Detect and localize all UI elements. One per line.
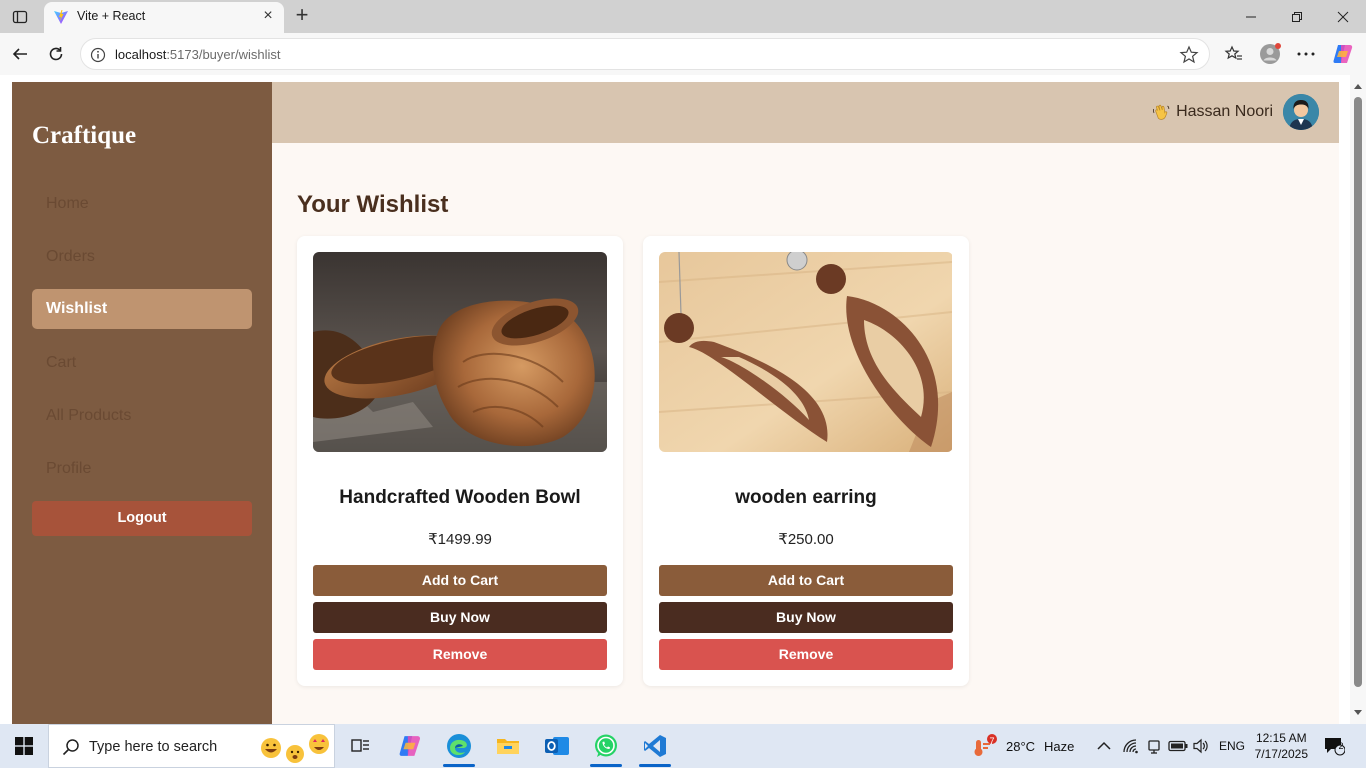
sidebar-item-all-products[interactable]: All Products [32,396,252,436]
battery-icon[interactable] [1168,724,1188,768]
product-name: wooden earring [735,487,877,508]
app-root: Craftique Home Orders Wishlist Cart All … [12,82,1339,724]
top-header: Hassan Noori [272,82,1339,143]
browser-tab-bar: Vite + React × + [0,0,1366,33]
product-name: Handcrafted Wooden Bowl [339,487,581,508]
product-price: ₹250.00 [778,531,834,548]
weather-temp: 28°C [1006,738,1036,754]
favorites-icon[interactable] [1222,42,1246,66]
back-icon[interactable] [8,42,32,66]
sidebar-item-wishlist[interactable]: Wishlist [32,289,252,329]
weather-badge: 7 [989,736,995,746]
remove-button[interactable]: Remove [313,639,607,670]
sidebar-item-cart[interactable]: Cart [32,343,252,383]
copilot-app-icon[interactable] [386,724,434,768]
language-indicator[interactable]: ENG [1219,724,1245,768]
search-icon [62,739,79,756]
scroll-thumb[interactable] [1354,97,1362,687]
notifications-icon[interactable]: 2 [1323,724,1345,768]
avatar[interactable] [1283,94,1319,130]
wifi-icon[interactable] [1122,724,1140,768]
vscode-icon[interactable] [631,724,679,768]
more-options-icon[interactable] [1294,42,1318,66]
favorite-star-icon[interactable] [1179,45,1199,65]
search-placeholder: Type here to search [89,739,218,755]
taskbar: Type here to search 7 28°C Haze ENG 12:1… [0,724,1366,768]
clock-date: 7/17/2025 [1254,747,1308,761]
file-explorer-icon[interactable] [484,724,532,768]
close-window-icon[interactable] [1320,0,1366,33]
weather-widget[interactable]: 7 28°C Haze [972,724,1074,768]
address-bar[interactable]: localhost:5173/buyer/wishlist [80,38,1210,70]
whatsapp-icon[interactable] [582,724,630,768]
volume-icon[interactable] [1192,724,1210,768]
wooden-bowl-image[interactable] [313,252,607,452]
waving-hand-icon [1152,104,1170,120]
scroll-up-icon[interactable] [1350,79,1366,93]
user-greeting: Hassan Noori [1152,103,1273,121]
show-hidden-icons[interactable] [1096,724,1112,768]
copilot-icon[interactable] [1331,42,1355,66]
task-view-icon[interactable] [336,724,384,768]
wooden-earring-image[interactable] [659,252,953,452]
scroll-down-icon[interactable] [1350,706,1366,720]
user-name: Hassan Noori [1176,103,1273,120]
close-tab-icon[interactable]: × [260,8,276,24]
sidebar-item-profile[interactable]: Profile [32,449,252,489]
refresh-icon[interactable] [44,42,68,66]
sidebar-item-orders[interactable]: Orders [32,237,252,277]
add-to-cart-button[interactable]: Add to Cart [659,565,953,596]
taskbar-search[interactable]: Type here to search [48,724,335,768]
network-icon[interactable] [1146,724,1162,768]
restore-icon[interactable] [1274,0,1320,33]
wishlist-card: Handcrafted Wooden Bowl ₹1499.99 Add to … [297,236,623,686]
page-viewport: Craftique Home Orders Wishlist Cart All … [0,75,1366,724]
brand-logo[interactable]: Craftique [32,122,136,150]
browser-tab[interactable]: Vite + React × [44,2,284,33]
vite-favicon-icon [54,10,68,24]
edge-app-icon[interactable] [435,724,483,768]
weather-desc: Haze [1044,738,1075,754]
emoji-search-highlight-icon [261,734,329,763]
url-text[interactable]: localhost:5173/buyer/wishlist [115,47,280,62]
chevron-up-icon [1097,741,1111,750]
browser-toolbar: localhost:5173/buyer/wishlist [0,33,1366,75]
site-info-icon[interactable] [90,47,106,63]
notification-count: 2 [1338,741,1344,751]
buy-now-button[interactable]: Buy Now [313,602,607,633]
page-scrollbar[interactable] [1350,75,1366,724]
windows-icon [15,737,33,755]
logout-button[interactable]: Logout [32,501,252,536]
wishlist-card: wooden earring ₹250.00 Add to Cart Buy N… [643,236,969,686]
buy-now-button[interactable]: Buy Now [659,602,953,633]
product-price: ₹1499.99 [428,531,492,548]
profile-icon[interactable] [1258,42,1282,66]
taskbar-clock[interactable]: 12:15 AM 7/17/2025 [1255,730,1308,762]
sidebar-item-home[interactable]: Home [32,184,252,224]
start-button[interactable] [0,724,48,768]
new-tab-icon[interactable]: + [290,4,314,27]
outlook-icon[interactable] [533,724,581,768]
clock-time: 12:15 AM [1255,731,1307,745]
tab-actions-icon[interactable] [8,6,32,28]
sidebar: Craftique Home Orders Wishlist Cart All … [12,82,272,724]
page-title: Your Wishlist [297,191,449,218]
tab-title: Vite + React [77,9,146,23]
minimize-icon[interactable] [1228,0,1274,33]
remove-button[interactable]: Remove [659,639,953,670]
add-to-cart-button[interactable]: Add to Cart [313,565,607,596]
